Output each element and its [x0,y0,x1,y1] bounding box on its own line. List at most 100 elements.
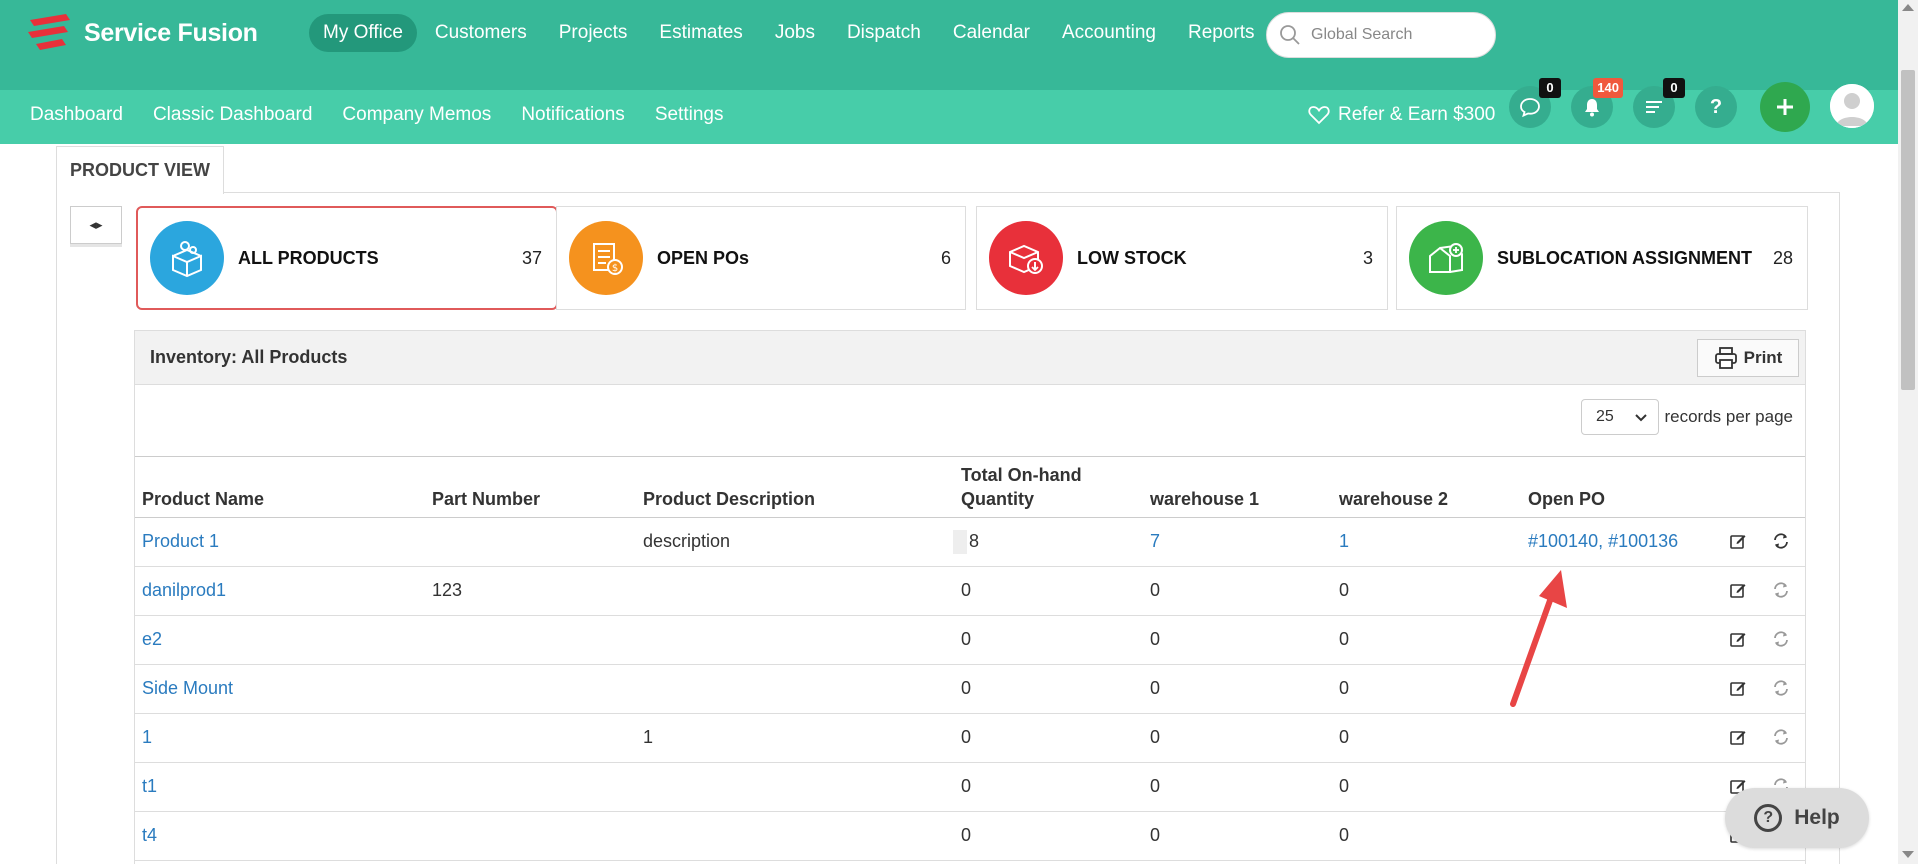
nav-jobs[interactable]: Jobs [761,14,829,52]
nav-dispatch[interactable]: Dispatch [833,14,935,52]
svg-text:$: $ [612,263,618,274]
nav-customers[interactable]: Customers [421,14,541,52]
refresh-icon[interactable] [1769,676,1793,700]
product-name-link[interactable]: Side Mount [135,664,425,714]
edit-icon[interactable] [1726,627,1750,651]
print-button[interactable]: Print [1697,339,1799,377]
main-nav: My Office Customers Projects Estimates J… [309,14,1273,52]
collapse-toggle-button[interactable]: ◂▸ [70,206,122,244]
scroll-thumb[interactable] [1901,70,1915,390]
total-quantity-value: 8 [969,530,980,551]
global-search [1266,12,1496,58]
product-name-link[interactable]: danilprod1 [135,566,425,616]
add-new-button[interactable] [1760,82,1810,132]
tasks-button[interactable]: 0 [1633,78,1685,128]
refresh-icon[interactable] [1769,725,1793,749]
global-search-input[interactable] [1311,26,1481,44]
total-quantity-cell: 0 [954,811,1143,861]
quantity-marker [953,529,967,554]
refresh-cell [1762,517,1805,567]
product-name-link[interactable]: Product 1 [135,517,425,567]
refer-earn-link[interactable]: Refer & Earn $300 [1308,104,1495,126]
open-po-cell [1521,664,1719,714]
question-icon: ? [1709,95,1723,118]
column-header-warehouse-1[interactable]: warehouse 1 [1143,457,1332,518]
notifications-count-badge: 140 [1593,78,1623,98]
nav-projects[interactable]: Projects [545,14,642,52]
notifications-button[interactable]: 140 [1571,78,1623,128]
warehouse-1-cell: 0 [1143,566,1332,616]
table-header-row: Product Name Part Number Product Descrip… [135,457,1805,518]
table-row: t1 0 0 0 [135,762,1805,812]
sublocation-icon [1409,221,1483,295]
refresh-icon[interactable] [1769,627,1793,651]
list-icon [1646,101,1662,113]
edit-icon[interactable] [1726,676,1750,700]
edit-cell [1719,664,1762,714]
card-sublocation-assignment[interactable]: SUBLOCATION ASSIGNMENT 28 [1396,206,1808,310]
service-fusion-logo[interactable]: Service Fusion [26,12,258,54]
edit-icon[interactable] [1726,725,1750,749]
warehouse-2-cell: 0 [1332,664,1521,714]
nav-accounting[interactable]: Accounting [1048,14,1170,52]
help-label: Help [1794,806,1840,829]
column-header-total-on-hand[interactable]: Total On-hand Quantity [954,457,1143,518]
scroll-down-arrow-icon[interactable] [1902,851,1914,858]
records-per-page-select[interactable]: 25 [1581,399,1659,435]
refresh-icon[interactable] [1769,578,1793,602]
user-avatar[interactable] [1830,84,1874,128]
description-cell [636,615,954,665]
edit-icon[interactable] [1726,578,1750,602]
help-button[interactable]: ? Help [1725,788,1869,848]
column-header-product-description[interactable]: Product Description [636,457,954,518]
subnav-settings[interactable]: Settings [655,104,724,126]
warehouse-2-link[interactable]: 1 [1332,517,1521,567]
page-scrollbar[interactable] [1898,0,1918,864]
chevron-down-icon [1635,414,1647,422]
card-low-stock[interactable]: LOW STOCK 3 [976,206,1388,310]
edit-icon[interactable] [1726,529,1750,553]
product-name-link[interactable]: t4 [135,811,425,861]
product-name-link[interactable]: e2 [135,615,425,665]
subnav-company-memos[interactable]: Company Memos [342,104,491,126]
scroll-up-arrow-icon[interactable] [1902,4,1914,11]
warehouse-2-cell: 0 [1332,762,1521,812]
open-po-cell [1521,615,1719,665]
warehouse-1-link[interactable]: 7 [1143,517,1332,567]
product-name-link[interactable]: t1 [135,762,425,812]
nav-reports[interactable]: Reports [1174,14,1269,52]
description-cell [636,664,954,714]
subnav-dashboard[interactable]: Dashboard [30,104,123,126]
column-header-product-name[interactable]: Product Name [135,457,425,518]
help-question-button[interactable]: ? [1695,86,1737,128]
records-per-page-value: 25 [1596,408,1614,425]
description-cell [636,811,954,861]
service-fusion-logo-icon [26,12,76,54]
nav-my-office[interactable]: My Office [309,14,417,52]
warehouse-1-cell: 0 [1143,811,1332,861]
card-open-pos-count: 6 [940,247,951,268]
card-all-products[interactable]: ALL PRODUCTS 37 [136,206,558,310]
column-header-warehouse-2[interactable]: warehouse 2 [1332,457,1521,518]
open-po-cell [1521,566,1719,616]
table-row: t4 0 0 0 [135,811,1805,861]
purchase-order-icon: $ [569,221,643,295]
card-open-pos[interactable]: $ OPEN POs 6 [556,206,966,310]
warehouse-1-cell: 0 [1143,762,1332,812]
open-po-link[interactable]: #100140, #100136 [1521,517,1719,567]
description-cell: 1 [636,713,954,763]
description-cell [636,762,954,812]
subnav-classic-dashboard[interactable]: Classic Dashboard [153,104,312,126]
product-name-link[interactable]: 1 [135,713,425,763]
nav-calendar[interactable]: Calendar [939,14,1044,52]
chat-count-badge: 0 [1539,78,1561,98]
column-header-part-number[interactable]: Part Number [425,457,636,518]
chat-button[interactable]: 0 [1509,78,1561,128]
column-header-open-po[interactable]: Open PO [1521,457,1719,518]
tab-product-view[interactable]: PRODUCT VIEW [56,146,224,194]
part-number-cell [425,713,636,763]
subnav-notifications[interactable]: Notifications [521,104,625,126]
nav-estimates[interactable]: Estimates [645,14,756,52]
refresh-icon[interactable] [1769,529,1793,553]
sub-nav: Dashboard Classic Dashboard Company Memo… [30,104,753,126]
